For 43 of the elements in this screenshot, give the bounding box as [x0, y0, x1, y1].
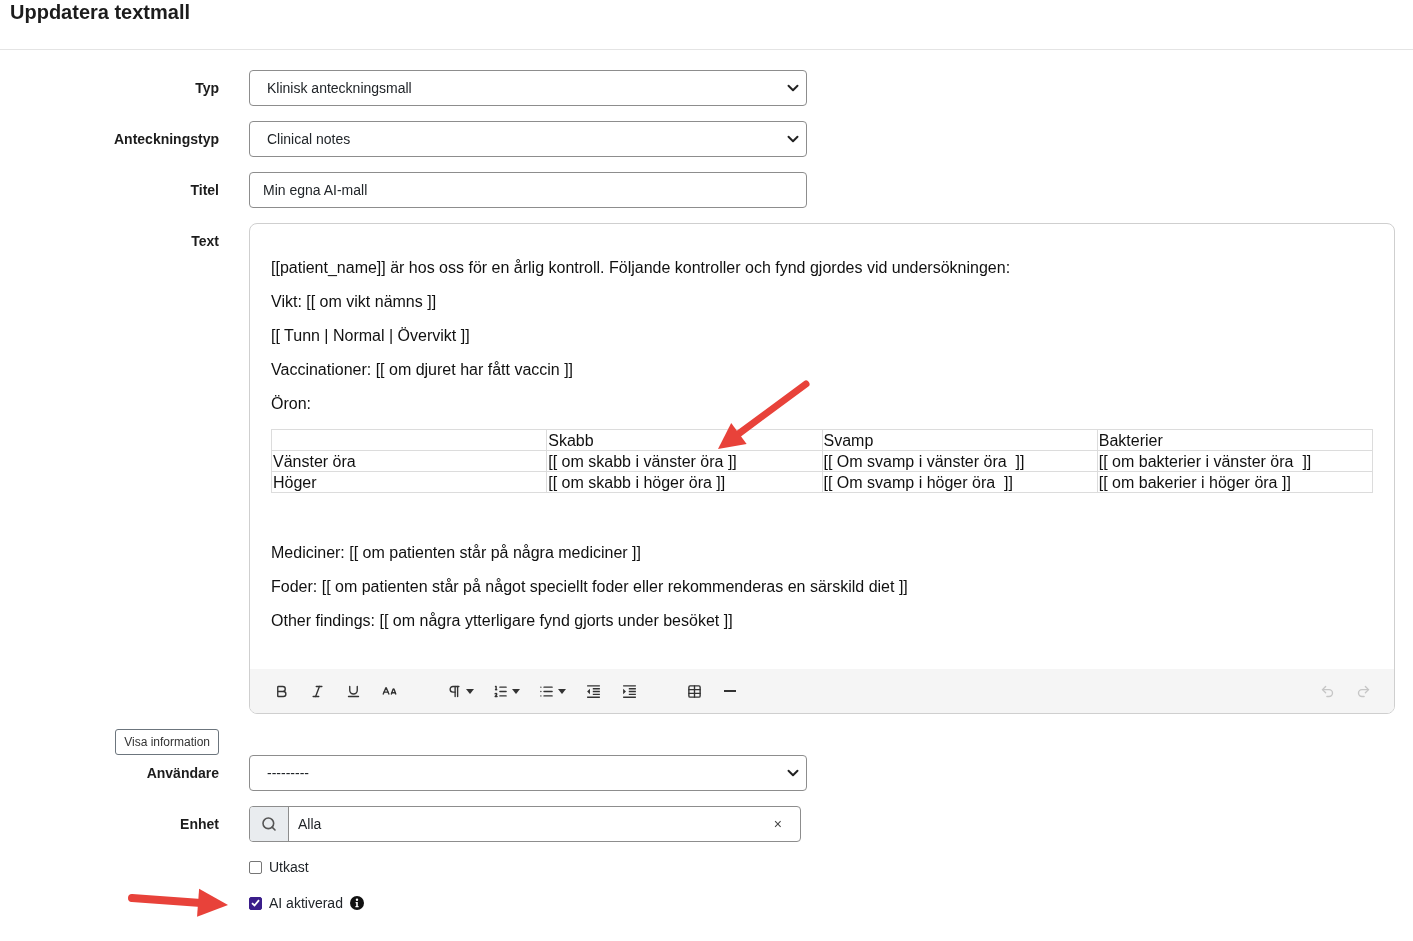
- table-header-cell: Bakterier: [1097, 429, 1373, 451]
- table-cell: [[ Om svamp i vänster öra ]]: [822, 450, 1098, 472]
- dropdown-select[interactable]: ---------: [249, 755, 807, 791]
- table-row-label: Höger: [271, 471, 547, 493]
- table-header-cell: Svamp: [822, 429, 1098, 451]
- field-label: Typ: [195, 79, 219, 98]
- table-header-cell: Skabb: [546, 429, 822, 451]
- caret-icon: [557, 688, 566, 694]
- editor-paragraph: Foder: [[ om patienten står på något speciellt foder eller rekommenderas en särskild diet ]]: [271, 578, 909, 596]
- field-label: Användare: [146, 764, 219, 783]
- checkbox-label: AI aktiverad: [269, 895, 343, 911]
- field-label: Titel: [190, 181, 219, 200]
- search-select[interactable]: Alla ×: [249, 806, 801, 842]
- text-input[interactable]: Min egna AI-mall: [249, 172, 807, 208]
- dropdown-select[interactable]: Clinical notes: [249, 121, 807, 157]
- table-cell: [[ om skabb i höger öra ]]: [546, 471, 822, 493]
- show-info-button[interactable]: Visa information: [115, 729, 219, 755]
- editor-paragraph: Öron:: [271, 395, 312, 413]
- checkbox-label: Utkast: [269, 859, 309, 875]
- table-cell: [[ om bakerier i höger öra ]]: [1097, 471, 1373, 493]
- clear-button[interactable]: ×: [771, 816, 784, 832]
- caret-icon: [465, 688, 474, 694]
- editor-paragraph: Vikt: [[ om vikt nämns ]]: [271, 293, 438, 311]
- dropdown-select[interactable]: Klinisk anteckningsmall: [249, 70, 807, 106]
- table-cell: [[ om bakterier i vänster öra ]]: [1097, 450, 1373, 472]
- info-icon[interactable]: [349, 896, 364, 910]
- editor-paragraph: Mediciner: [[ om patienten står på några mediciner ]]: [271, 544, 642, 562]
- editor-paragraph: Other findings: [[ om några ytterligare fynd gjorts under besöket ]]: [271, 612, 734, 630]
- field-label: Text: [191, 232, 219, 251]
- editor-paragraph: Vaccinationer: [[ om djuret har fått vaccin ]]: [271, 361, 575, 379]
- checkbox[interactable]: [249, 860, 262, 874]
- field-label: Enhet: [180, 815, 219, 834]
- checkbox[interactable]: [249, 896, 262, 910]
- field-label: Anteckningstyp: [114, 130, 219, 149]
- table-cell: [[ Om svamp i höger öra ]]: [822, 471, 1098, 493]
- rich-text-editor[interactable]: [249, 223, 1395, 714]
- page-title: Uppdatera textmall: [10, 0, 191, 24]
- table-cell: [[ om skabb i vänster öra ]]: [546, 450, 822, 472]
- table-row-label: Vänster öra: [271, 450, 547, 472]
- editor-paragraph: [[ Tunn | Normal | Övervikt ]]: [271, 327, 471, 345]
- caret-icon: [511, 688, 520, 694]
- editor-paragraph: [[patient_name]] är hos oss för en årlig kontroll. Följande kontroller och fynd gjordes vid undersökningen:: [271, 259, 1012, 277]
- search-icon: [250, 807, 289, 841]
